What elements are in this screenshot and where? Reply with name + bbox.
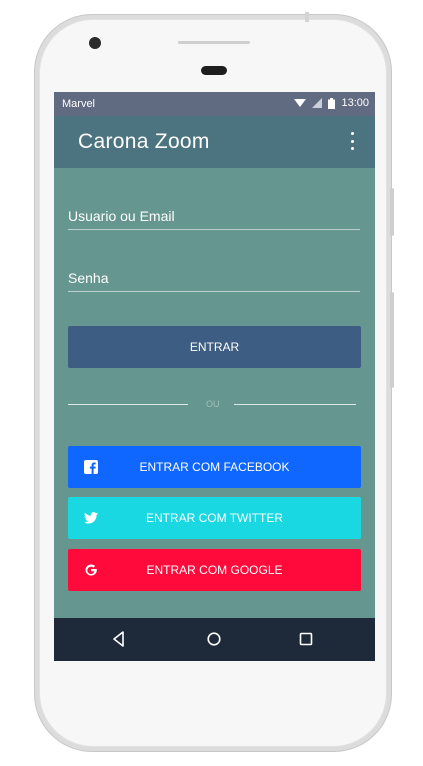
twitter-icon: [84, 512, 98, 524]
facebook-icon: [84, 460, 98, 474]
recents-icon[interactable]: [297, 630, 315, 648]
top-button: [305, 12, 309, 22]
earpiece-speaker: [201, 66, 227, 75]
facebook-login-button[interactable]: ENTRAR COM FACEBOOK: [68, 446, 361, 488]
front-camera: [89, 37, 101, 49]
divider-text: OU: [206, 399, 220, 409]
clock: 13:00: [341, 97, 369, 109]
status-bar: Marvel 13:00: [54, 92, 375, 116]
login-button[interactable]: ENTRAR: [68, 326, 361, 368]
twitter-login-button[interactable]: ENTRAR COM TWITTER: [68, 497, 361, 539]
google-login-label: ENTRAR COM GOOGLE: [146, 563, 283, 577]
battery-icon: [328, 97, 336, 109]
home-icon[interactable]: [205, 630, 223, 648]
app-title: Carona Zoom: [78, 130, 210, 153]
divider-line-right: [234, 404, 356, 405]
android-nav-bar: [54, 618, 375, 661]
more-vert-icon[interactable]: [349, 132, 355, 150]
google-login-button[interactable]: ENTRAR COM GOOGLE: [68, 549, 361, 591]
carrier-name: Marvel: [62, 98, 96, 110]
or-divider: OU: [68, 398, 356, 412]
password-placeholder: Senha: [68, 270, 109, 286]
login-button-label: ENTRAR: [189, 340, 240, 354]
google-icon: [85, 564, 97, 576]
volume-button: [390, 188, 394, 236]
wifi-icon: [294, 99, 307, 107]
divider-line-left: [68, 404, 188, 405]
twitter-login-label: ENTRAR COM TWITTER: [145, 511, 284, 525]
password-field[interactable]: Senha: [68, 266, 360, 292]
phone-screen: Marvel 13:00 Carona Zoom Usuario ou Emai…: [54, 92, 375, 661]
power-button: [390, 292, 394, 388]
sensor-strip: [178, 41, 250, 44]
signal-icon: [312, 98, 323, 108]
app-bar: Carona Zoom: [54, 116, 375, 168]
username-placeholder: Usuario ou Email: [68, 208, 175, 224]
facebook-login-label: ENTRAR COM FACEBOOK: [139, 460, 290, 474]
username-field[interactable]: Usuario ou Email: [68, 204, 360, 230]
back-icon[interactable]: [110, 630, 128, 648]
